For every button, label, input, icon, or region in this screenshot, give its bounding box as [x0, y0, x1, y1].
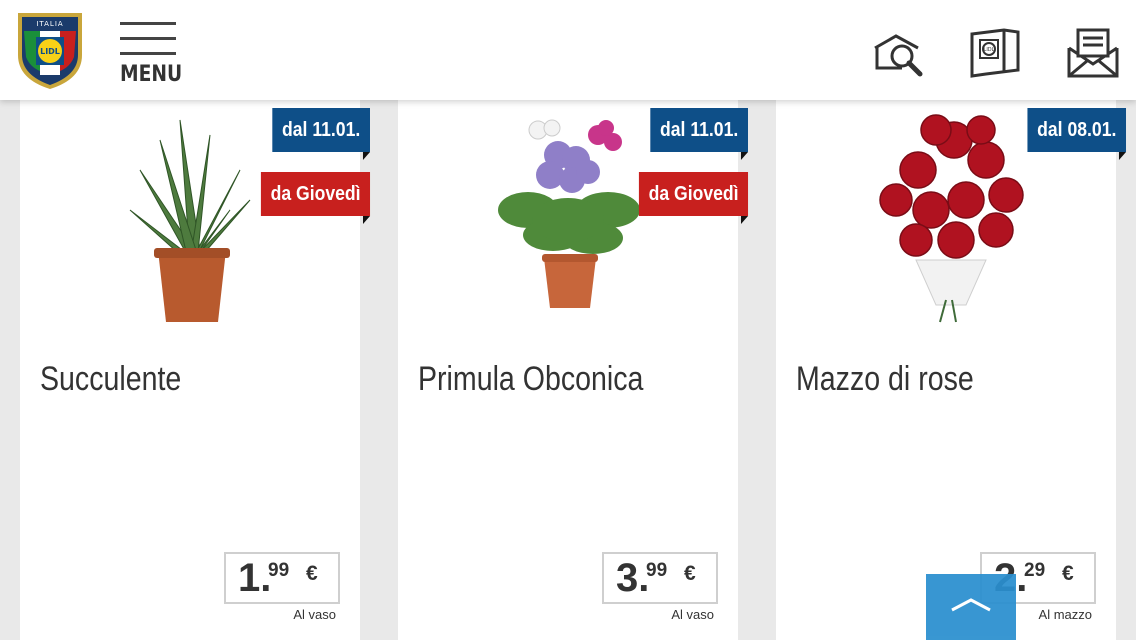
- price-currency: €: [1062, 562, 1074, 585]
- price-integer: 3.: [616, 556, 650, 600]
- chevron-up-icon: [951, 598, 991, 612]
- price-decimals: 99: [646, 560, 668, 581]
- hamburger-icon: [120, 22, 176, 25]
- product-title[interactable]: Succulente: [40, 360, 181, 399]
- menu-label: MENU: [120, 62, 183, 87]
- scroll-to-top-button[interactable]: [926, 574, 1016, 640]
- svg-text:LIDL: LIDL: [984, 47, 995, 53]
- leaflet-icon[interactable]: LIDL: [968, 26, 1024, 82]
- price-currency: €: [684, 562, 696, 585]
- product-card-succulente[interactable]: dal 11.01. da Giovedì Succulente 1. 99 €…: [20, 92, 371, 640]
- product-title[interactable]: Mazzo di rose: [796, 360, 974, 399]
- product-card-rose[interactable]: dal 08.01. Mazzo di rose 2. 29 € Al mazz…: [776, 92, 1127, 640]
- lidl-logo[interactable]: ITALIA LIDL: [14, 9, 86, 91]
- svg-text:LIDL: LIDL: [40, 47, 60, 56]
- menu-button[interactable]: MENU: [118, 22, 182, 90]
- price-currency: €: [306, 562, 318, 585]
- newsletter-icon[interactable]: [1066, 26, 1122, 82]
- product-title[interactable]: Primula Obconica: [418, 360, 643, 399]
- hamburger-line: [120, 37, 176, 40]
- price-box: 3. 99 €: [602, 552, 718, 604]
- price-decimals: 99: [268, 560, 290, 581]
- price-unit: Al mazzo: [1038, 607, 1092, 622]
- roses-bouquet-image: [836, 100, 1056, 330]
- price-unit: Al vaso: [671, 607, 714, 622]
- top-header: ITALIA LIDL MENU LIDL: [0, 0, 1136, 100]
- availability-badge: da Giovedì: [638, 172, 749, 224]
- flyer-search-icon[interactable]: [872, 26, 928, 82]
- product-card-primula[interactable]: dal 11.01. da Giovedì Primula Obconica 3…: [398, 92, 749, 640]
- price-integer: 1.: [238, 556, 272, 600]
- date-badge: dal 11.01.: [650, 108, 748, 160]
- availability-badge: da Giovedì: [260, 172, 371, 224]
- price-unit: Al vaso: [293, 607, 336, 622]
- svg-text:ITALIA: ITALIA: [36, 20, 63, 28]
- date-badge: dal 08.01.: [1027, 108, 1127, 160]
- date-badge: dal 11.01.: [272, 108, 370, 160]
- price-box: 1. 99 €: [224, 552, 340, 604]
- hamburger-line: [120, 52, 176, 55]
- price-decimals: 29: [1024, 560, 1046, 581]
